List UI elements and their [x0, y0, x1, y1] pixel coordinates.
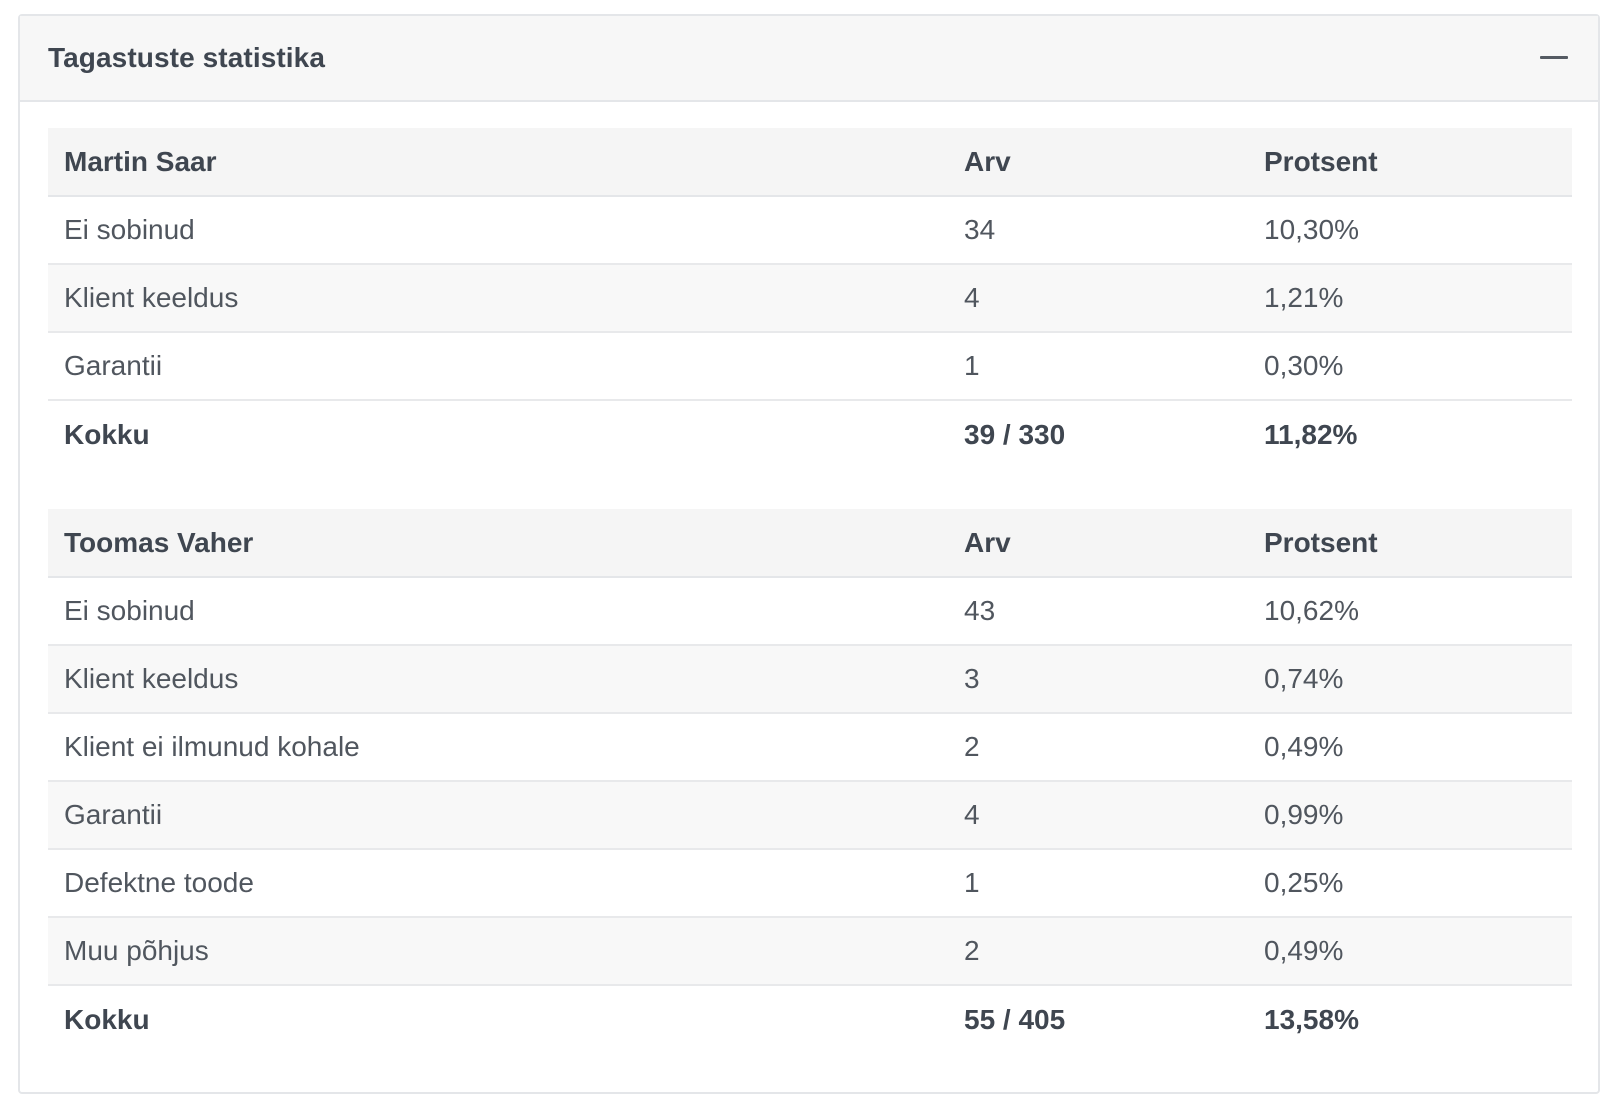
reason-cell: Klient keeldus [64, 282, 239, 313]
header-person-name: Toomas Vaher [64, 526, 254, 558]
total-percent: 11,82% [1264, 418, 1358, 450]
header-count: Arv [964, 526, 1011, 558]
percent-cell: 0,30% [1264, 350, 1344, 381]
percent-cell: 0,74% [1264, 663, 1344, 694]
header-count: Arv [964, 145, 1011, 177]
table-row: Ei sobinud 34 10,30% [48, 196, 1572, 264]
minus-icon [1540, 56, 1568, 59]
total-label: Kokku [64, 1003, 150, 1035]
count-cell: 4 [964, 799, 980, 830]
count-cell: 2 [964, 731, 980, 762]
total-row: Kokku 55 / 405 13,58% [48, 985, 1572, 1053]
count-cell: 1 [964, 867, 980, 898]
total-count: 55 / 405 [964, 1003, 1066, 1035]
panel-header: Tagastuste statistika [20, 16, 1598, 102]
header-percent: Protsent [1264, 145, 1378, 177]
header-person-name: Martin Saar [64, 145, 217, 177]
count-cell: 1 [964, 350, 980, 381]
stats-table-martin-saar: Martin Saar Arv Protsent Ei sobinud 34 1… [48, 128, 1572, 468]
table-row: Klient keeldus 3 0,74% [48, 645, 1572, 713]
count-cell: 34 [964, 214, 996, 245]
percent-cell: 0,99% [1264, 799, 1344, 830]
reason-cell: Ei sobinud [64, 595, 195, 626]
percent-cell: 10,30% [1264, 214, 1359, 245]
reason-cell: Ei sobinud [64, 214, 195, 245]
reason-cell: Defektne toode [64, 867, 254, 898]
percent-cell: 10,62% [1264, 595, 1359, 626]
table-row: Muu põhjus 2 0,49% [48, 917, 1572, 985]
collapse-button[interactable] [1536, 42, 1572, 74]
reason-cell: Garantii [64, 350, 163, 381]
reason-cell: Klient keeldus [64, 663, 239, 694]
reason-cell: Muu põhjus [64, 935, 209, 966]
table-row: Garantii 4 0,99% [48, 781, 1572, 849]
stats-table-toomas-vaher: Toomas Vaher Arv Protsent Ei sobinud 43 … [48, 509, 1572, 1053]
percent-cell: 0,49% [1264, 731, 1344, 762]
table-row: Ei sobinud 43 10,62% [48, 577, 1572, 645]
reason-cell: Klient ei ilmunud kohale [64, 731, 360, 762]
table-row: Garantii 1 0,30% [48, 332, 1572, 400]
table-header-row: Toomas Vaher Arv Protsent [48, 509, 1572, 577]
total-percent: 13,58% [1264, 1003, 1359, 1035]
returns-statistics-panel: Tagastuste statistika Martin Saar Arv Pr… [18, 14, 1600, 1094]
percent-cell: 0,25% [1264, 867, 1344, 898]
panel-title: Tagastuste statistika [48, 42, 326, 73]
table-row: Klient ei ilmunud kohale 2 0,49% [48, 713, 1572, 781]
table-header-row: Martin Saar Arv Protsent [48, 128, 1572, 196]
count-cell: 2 [964, 935, 980, 966]
total-row: Kokku 39 / 330 11,82% [48, 400, 1572, 468]
reason-cell: Garantii [64, 799, 163, 830]
count-cell: 4 [964, 282, 980, 313]
count-cell: 3 [964, 663, 980, 694]
percent-cell: 0,49% [1264, 935, 1344, 966]
total-count: 39 / 330 [964, 418, 1066, 450]
total-label: Kokku [64, 418, 150, 450]
table-row: Defektne toode 1 0,25% [48, 849, 1572, 917]
table-row: Klient keeldus 4 1,21% [48, 264, 1572, 332]
count-cell: 43 [964, 595, 996, 626]
header-percent: Protsent [1264, 526, 1378, 558]
percent-cell: 1,21% [1264, 282, 1344, 313]
